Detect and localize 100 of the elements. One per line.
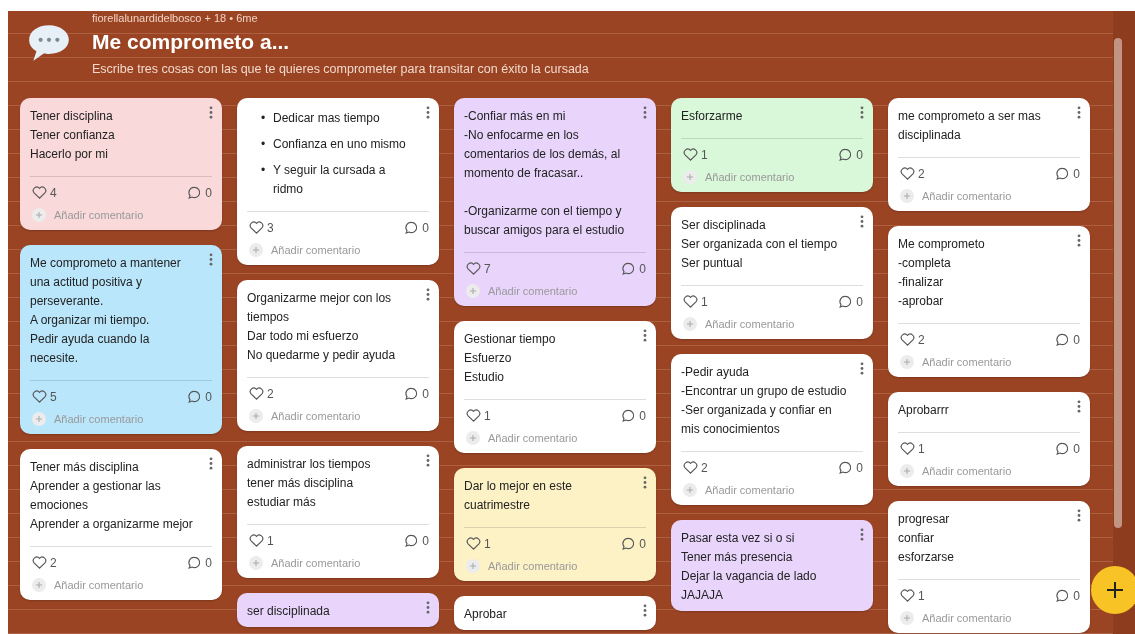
comments-button[interactable]: 0: [187, 555, 212, 570]
comment-bubble-icon: [404, 220, 420, 235]
heart-icon: [683, 147, 698, 162]
like-button[interactable]: 1: [683, 147, 708, 162]
post-text: administrar los tiempos tener más disciplina estudiar más: [247, 456, 372, 511]
comment-bubble-icon: [838, 460, 854, 475]
comment-bubble-icon: [621, 536, 637, 551]
post-text: progresar confiar esforzarse: [898, 511, 956, 566]
comments-button[interactable]: 0: [1055, 441, 1080, 456]
plus-icon: [249, 243, 263, 257]
like-button[interactable]: 2: [683, 460, 708, 475]
more-options-icon[interactable]: [209, 253, 213, 266]
more-options-icon[interactable]: [860, 106, 864, 119]
like-button[interactable]: 3: [249, 220, 274, 235]
more-options-icon[interactable]: [860, 528, 864, 541]
more-options-icon[interactable]: [1077, 400, 1081, 413]
comments-button[interactable]: 0: [838, 147, 863, 162]
more-options-icon[interactable]: [426, 601, 430, 614]
post-text: Organizarme mejor con los tiempos Dar todo mi esfuerzo No quedarme y pedir ayuda: [247, 290, 397, 364]
comment-bubble-icon: [1055, 588, 1071, 603]
plus-icon: [900, 464, 914, 478]
post-text: Esforzarme: [681, 108, 744, 125]
more-options-icon[interactable]: [209, 106, 213, 119]
like-button[interactable]: 1: [900, 588, 925, 603]
comments-button[interactable]: 0: [187, 389, 212, 404]
heart-icon: [249, 533, 264, 548]
like-button[interactable]: 4: [32, 185, 57, 200]
comments-button[interactable]: 0: [838, 460, 863, 475]
more-options-icon[interactable]: [426, 454, 430, 467]
plus-icon: [249, 409, 263, 423]
comments-button[interactable]: 0: [1055, 166, 1080, 181]
like-button[interactable]: 1: [249, 533, 274, 548]
post-text: Me comprometo -completa -finalizar -aprobar: [898, 236, 986, 310]
plus-icon: [683, 483, 697, 497]
post-text: -Confiar más en mi -No enfocarme en los comentarios de los demás, al momento de fracasar.. -Organizarme con el tiempo y buscar amigos para el estudio: [464, 108, 626, 239]
more-options-icon[interactable]: [426, 106, 430, 119]
plus-icon: [900, 189, 914, 203]
comments-button[interactable]: 0: [404, 220, 429, 235]
comment-bubble-icon: [621, 408, 637, 423]
comment-bubble-icon: [187, 185, 203, 200]
plus-icon: [900, 355, 914, 369]
board-author: fiorellalunardidelbosco + 18 • 6me: [92, 12, 259, 24]
plus-icon: [32, 578, 46, 592]
plus-icon: [249, 556, 263, 570]
comments-button[interactable]: 0: [1055, 332, 1080, 347]
more-options-icon[interactable]: [426, 288, 430, 301]
like-button[interactable]: 2: [900, 332, 925, 347]
heart-icon: [466, 408, 481, 423]
comments-button[interactable]: 0: [187, 185, 212, 200]
post-text: Pasar esta vez si o si Tener más presencia Dejar la vagancia de lado JAJAJA: [681, 530, 818, 604]
plus-icon: [900, 611, 914, 625]
like-button[interactable]: 1: [900, 441, 925, 456]
more-options-icon[interactable]: [209, 457, 213, 470]
comments-button[interactable]: 0: [838, 294, 863, 309]
like-button[interactable]: 7: [466, 261, 491, 276]
post-text: Tener más disciplina Aprender a gestionar las emociones Aprender a organizarme mejor: [30, 459, 194, 533]
bullet-marker: •: [261, 110, 267, 127]
heart-icon: [32, 389, 47, 404]
heart-icon: [249, 386, 264, 401]
comment-bubble-icon: [1055, 332, 1071, 347]
post-list-item: Y seguir la cursada a ridmo: [273, 162, 387, 198]
comments-button[interactable]: 0: [404, 533, 429, 548]
heart-icon: [466, 536, 481, 551]
comments-button[interactable]: 0: [621, 536, 646, 551]
heart-icon: [32, 185, 47, 200]
comments-button[interactable]: 0: [404, 386, 429, 401]
board-title: Me comprometo a...: [92, 30, 291, 54]
post-text: ser disciplinada: [247, 603, 331, 620]
more-options-icon[interactable]: [643, 604, 647, 617]
more-options-icon[interactable]: [1077, 234, 1081, 247]
heart-icon: [900, 332, 915, 347]
post-text: Aprobarrr: [898, 402, 950, 419]
more-options-icon[interactable]: [643, 329, 647, 342]
comments-button[interactable]: 0: [621, 261, 646, 276]
like-button[interactable]: 2: [249, 386, 274, 401]
like-button[interactable]: 5: [32, 389, 57, 404]
plus-icon: [683, 170, 697, 184]
post-text: me comprometo a ser mas disciplinada: [898, 108, 1042, 144]
post-text: Gestionar tiempo Esfuerzo Estudio: [464, 331, 557, 386]
scrollbar[interactable]: [1114, 38, 1122, 528]
comment-bubble-icon: [404, 533, 420, 548]
like-button[interactable]: 1: [466, 408, 491, 423]
like-button[interactable]: 2: [900, 166, 925, 181]
like-button[interactable]: 1: [466, 536, 491, 551]
heart-icon: [249, 220, 264, 235]
more-options-icon[interactable]: [643, 106, 647, 119]
post-list-item: Confianza en uno mismo: [273, 136, 407, 153]
comment-bubble-icon: [1055, 441, 1071, 456]
comment-bubble-icon: [187, 555, 203, 570]
comments-button[interactable]: 0: [621, 408, 646, 423]
like-button[interactable]: 2: [32, 555, 57, 570]
post-list-item: Dedicar mas tiempo: [273, 110, 381, 127]
more-options-icon[interactable]: [860, 215, 864, 228]
more-options-icon[interactable]: [1077, 509, 1081, 522]
comments-button[interactable]: 0: [1055, 588, 1080, 603]
bullet-marker: •: [261, 162, 267, 179]
more-options-icon[interactable]: [860, 362, 864, 375]
more-options-icon[interactable]: [1077, 106, 1081, 119]
like-button[interactable]: 1: [683, 294, 708, 309]
more-options-icon[interactable]: [643, 476, 647, 489]
